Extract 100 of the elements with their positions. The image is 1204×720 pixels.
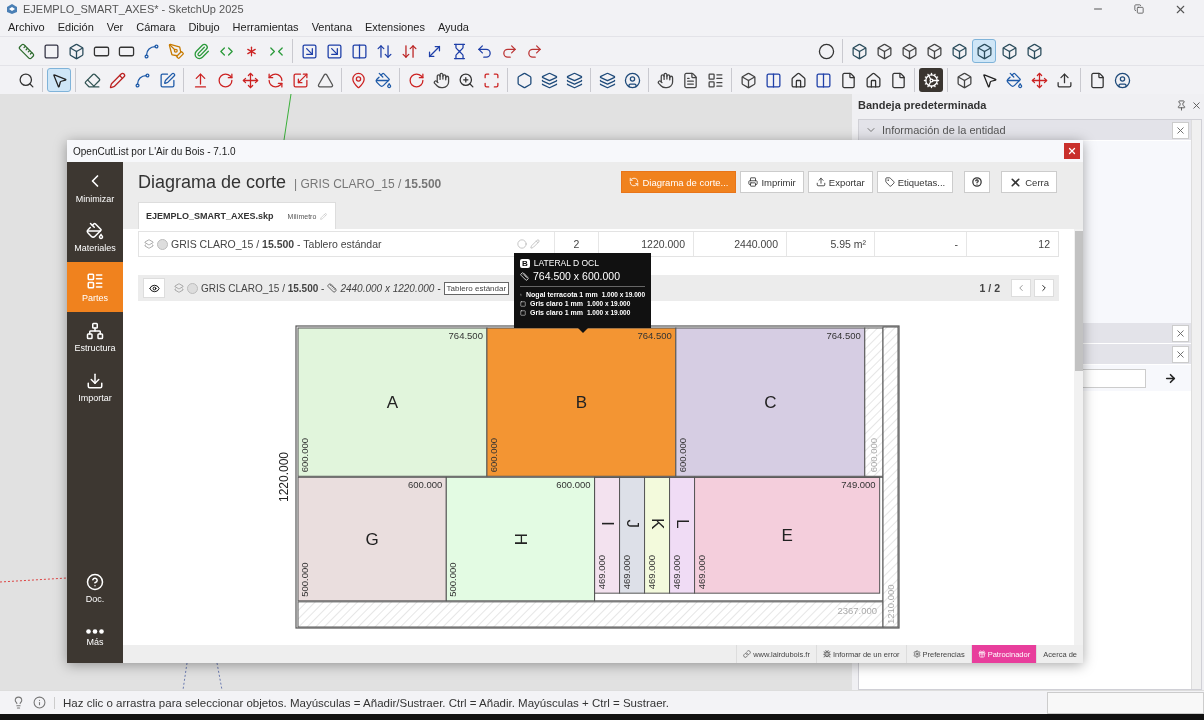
offcut-label: 1210.000 (885, 584, 896, 624)
saw-blade-icon[interactable] (919, 68, 943, 92)
part-size: 764.500 x 600.000 (533, 270, 620, 282)
arrow-icon[interactable] (1164, 371, 1177, 385)
import-icon (86, 371, 104, 390)
status-message: Haz clic o arrastra para seleccionar objetos. Mayúsculas = Añadir/Sustraer. Ctrl = Añadir. Mayúsculas + Ctrl = Sustraer. (54, 696, 1039, 709)
bucket-icon (86, 221, 104, 240)
cut-part[interactable] (694, 476, 881, 594)
close-button[interactable] (1172, 345, 1189, 363)
menu-item[interactable]: Ayuda (437, 21, 469, 33)
menu-item[interactable]: Ver (106, 21, 124, 33)
color-swatch (157, 238, 168, 250)
tray-title: Bandeja predeterminada (858, 99, 988, 111)
file-name: EJEMPLO_SMART_AXES.skp (146, 211, 274, 221)
pointer-icon[interactable] (47, 68, 71, 92)
table-cell: 12 (966, 232, 1058, 256)
material-name: GRIS CLARO_15 / 15.500 - Tablero estándar (171, 238, 382, 250)
pin-icon[interactable] (1176, 99, 1187, 111)
close-button[interactable] (1172, 121, 1189, 139)
length-label: 764.500 (448, 330, 483, 341)
axis-line (0, 577, 68, 583)
export-icon (815, 177, 826, 187)
toolbar-button[interactable]: Etiquetas... (876, 171, 954, 193)
nav-item[interactable]: Materiales (67, 212, 123, 262)
part-letter: B (575, 392, 588, 412)
gear-icon (912, 650, 921, 658)
close-icon (1175, 348, 1186, 360)
nav-item[interactable]: Minimizar (67, 162, 123, 212)
cut-part[interactable] (594, 476, 621, 594)
ruler-icon (327, 283, 338, 293)
tooltip-title: LATERAL D OCL (533, 258, 599, 268)
close-icon (1175, 327, 1186, 339)
visibility-button[interactable] (143, 278, 165, 298)
menu-item[interactable]: Ventana (311, 21, 352, 33)
axis-line (216, 662, 223, 691)
info-icon[interactable] (33, 696, 46, 709)
ruler-icon (520, 271, 529, 281)
part-letter: I (597, 521, 617, 526)
close-icon[interactable] (1191, 99, 1202, 111)
help-icon (86, 572, 104, 591)
menu-item[interactable]: Dibujo (188, 21, 220, 33)
cut-part[interactable] (675, 327, 866, 477)
material-icon (174, 283, 184, 293)
cut-part[interactable] (445, 476, 596, 602)
menu-item[interactable]: Archivo (8, 21, 45, 33)
length-label: 764.500 (826, 330, 861, 341)
nav-item[interactable]: Doc. (67, 563, 123, 613)
close-button[interactable] (1172, 324, 1189, 342)
cube-icon[interactable] (972, 39, 996, 63)
toolbar-button[interactable]: Imprimir (740, 171, 804, 193)
close-icon (1175, 124, 1186, 136)
nav-item[interactable]: Más (67, 613, 123, 663)
part-letter: K (647, 517, 667, 530)
width-label: 600.000 (676, 437, 688, 473)
cut-part[interactable] (297, 327, 488, 477)
more-icon (86, 629, 104, 634)
width-label: 600.000 (487, 437, 499, 473)
pencil-icon (320, 212, 328, 220)
toolbar-button[interactable]: Exportar (807, 171, 873, 193)
lightbulb-icon[interactable] (12, 696, 25, 709)
menu-item[interactable]: Cámara (136, 21, 176, 33)
help-icon (972, 177, 983, 187)
board-type: Tablero estándar (443, 281, 510, 295)
width-label: 500.000 (299, 562, 310, 597)
axis-line (182, 662, 188, 691)
cut-part[interactable] (619, 476, 646, 594)
help-button[interactable] (964, 171, 991, 193)
length-label: 749.000 (841, 479, 876, 491)
close-icon (1067, 146, 1077, 156)
menu-item[interactable]: Herramientas (232, 21, 299, 33)
part-letter: L (672, 518, 692, 529)
width-label: 469.000 (645, 554, 657, 590)
sheet-title: GRIS CLARO_15 / 15.500 - (201, 282, 325, 294)
width-label: 600.000 (299, 437, 310, 473)
menu-item[interactable]: Edición (57, 21, 94, 33)
link-icon (743, 650, 752, 658)
list-icon (86, 271, 104, 290)
part-letter: E (781, 525, 793, 545)
length-label: 600.000 (407, 479, 443, 491)
cut-part[interactable] (297, 476, 447, 602)
page-subheading: | GRIS CLARO_15 / 15.500 (293, 176, 443, 191)
width-label: 500.000 (447, 562, 459, 597)
table-cell: 5.95 m² (786, 232, 874, 256)
restore-icon (1134, 4, 1144, 14)
part-letter: C (764, 392, 777, 412)
menu-item[interactable]: Extensiones (365, 21, 425, 33)
part-badge: B (520, 258, 530, 268)
nav-item[interactable]: Importar (67, 362, 123, 412)
cut-part[interactable] (669, 476, 696, 594)
cut-part[interactable] (644, 476, 671, 594)
scrollbar[interactable] (1074, 229, 1083, 645)
tag-icon (884, 177, 895, 187)
structure-icon (86, 321, 104, 340)
measurements-field[interactable] (1047, 691, 1204, 714)
nav-item[interactable]: Estructura (67, 312, 123, 362)
toolbar-button[interactable]: Cerra (1001, 171, 1057, 193)
scrollbar[interactable] (1191, 120, 1201, 689)
printer-icon (748, 177, 759, 187)
close-button[interactable] (1064, 143, 1080, 159)
gift-icon (977, 650, 986, 658)
